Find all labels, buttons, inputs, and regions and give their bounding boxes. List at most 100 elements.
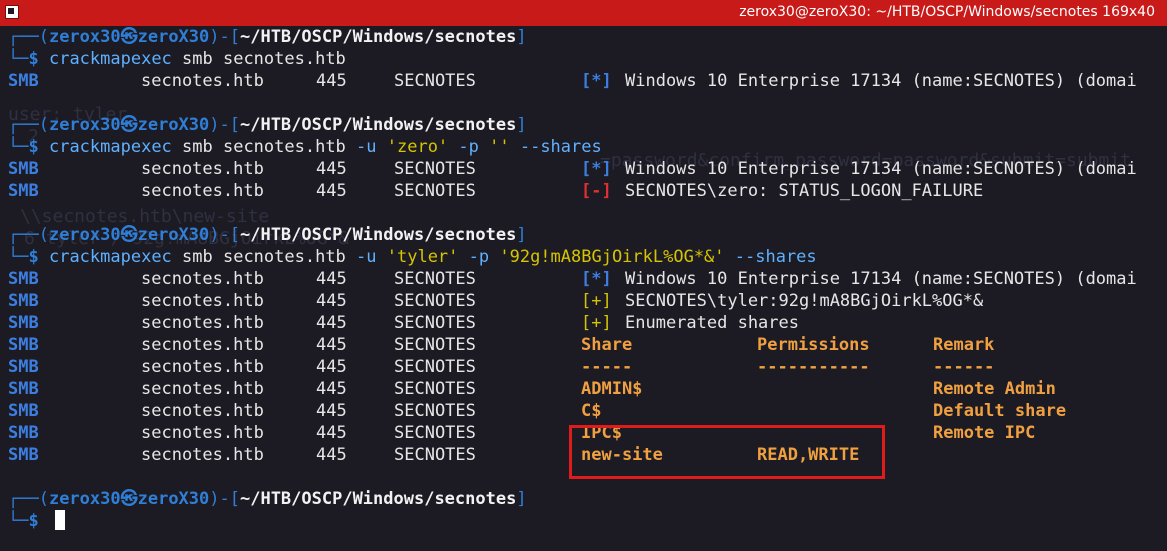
prompt-host: zeroX30 [137,27,210,47]
prompt-path: ~/HTB/OSCP/Windows/secnotes [239,489,517,509]
command-line: └─$ [8,510,49,532]
terminal-output[interactable]: user: tyler 2 =password&confirm_password… [0,26,1167,551]
smb-host: secnotes.htb [141,313,264,333]
share-remark: Remote IPC [933,423,1036,443]
smb-port: 445 [316,379,347,399]
share-remark: Remark [933,335,995,355]
smb-host: secnotes.htb [141,269,264,289]
prompt-frame: )-[ [209,27,240,47]
prompt-frame: └─ [8,137,29,157]
smb-host: secnotes.htb [141,181,264,201]
smb-netbios-name: SECNOTES [394,269,476,289]
prompt-frame: )-[ [209,115,240,135]
share-name: Share [581,335,633,355]
smb-host: secnotes.htb [141,379,264,399]
prompt-frame: ┌──( [8,115,49,135]
command-binary: crackmapexec [48,137,172,157]
status-marker: [+] [581,313,612,333]
prompt-dollar: $ [28,137,49,157]
smb-netbios-name: SECNOTES [394,159,476,179]
prompt-frame: ] [516,225,527,245]
prompt-line: ┌──(zerox30㉿zeroX30)-[~/HTB/OSCP/Windows… [8,488,527,510]
share-remark: Default share [933,401,1067,421]
smb-netbios-name: SECNOTES [394,313,476,333]
smb-protocol: SMB [8,291,39,311]
share-permissions: Permissions [757,335,870,355]
share-remark: ------ [933,357,995,377]
command-flag: -p [448,137,490,157]
prompt-user: zerox30 [48,115,121,135]
command-line: └─$ crackmapexec smb secnotes.htb -u 'ze… [8,136,602,158]
command-username: 'tyler' [386,247,459,267]
prompt-frame: ┌──( [8,27,49,47]
status-message: Windows 10 Enterprise 17134 (name:SECNOT… [625,71,1137,91]
prompt-line: ┌──(zerox30㉿zeroX30)-[~/HTB/OSCP/Windows… [8,26,527,48]
smb-port: 445 [316,269,347,289]
smb-netbios-name: SECNOTES [394,181,476,201]
smb-host: secnotes.htb [141,357,264,377]
skull-icon: ㉿ [120,27,138,47]
smb-protocol: SMB [8,423,39,443]
smb-protocol: SMB [8,445,39,465]
prompt-frame: └─ [8,511,29,531]
command-flag: -u [356,137,387,157]
smb-port: 445 [316,335,347,355]
smb-port: 445 [316,357,347,377]
command-args: smb secnotes.htb [171,49,346,69]
prompt-dollar: $ [28,49,49,69]
prompt-user: zerox30 [48,27,121,47]
command-binary: crackmapexec [48,247,172,267]
prompt-path: ~/HTB/OSCP/Windows/secnotes [239,115,517,135]
status-message: Enumerated shares [625,313,799,333]
command-args: smb secnotes.htb [171,137,357,157]
smb-protocol: SMB [8,335,39,355]
prompt-frame: └─ [8,247,29,267]
prompt-host: zeroX30 [137,225,210,245]
share-name: ----- [581,357,633,377]
prompt-path: ~/HTB/OSCP/Windows/secnotes [239,27,517,47]
prompt-frame: ┌──( [8,489,49,509]
skull-icon: ㉿ [120,115,138,135]
smb-host: secnotes.htb [141,401,264,421]
smb-host: secnotes.htb [141,291,264,311]
smb-protocol: SMB [8,269,39,289]
prompt-frame: ┌──( [8,225,49,245]
prompt-dollar: $ [28,247,49,267]
smb-host: secnotes.htb [141,445,264,465]
prompt-frame: └─ [8,49,29,69]
highlight-box [569,425,885,479]
terminal-app-icon[interactable] [5,5,19,19]
share-remark: Remote Admin [933,379,1056,399]
command-flag: --shares [509,137,602,157]
smb-netbios-name: SECNOTES [394,71,476,91]
smb-netbios-name: SECNOTES [394,291,476,311]
smb-netbios-name: SECNOTES [394,357,476,377]
status-marker: [*] [581,71,612,91]
command-line: └─$ crackmapexec smb secnotes.htb [8,48,346,70]
smb-port: 445 [316,423,347,443]
smb-protocol: SMB [8,401,39,421]
command-username: 'zero' [386,137,449,157]
smb-netbios-name: SECNOTES [394,401,476,421]
smb-protocol: SMB [8,357,39,377]
smb-port: 445 [316,71,347,91]
prompt-line: ┌──(zerox30㉿zeroX30)-[~/HTB/OSCP/Windows… [8,224,527,246]
skull-icon: ㉿ [120,225,138,245]
terminal-cursor [55,510,65,530]
smb-netbios-name: SECNOTES [394,335,476,355]
prompt-user: zerox30 [48,225,121,245]
prompt-frame: ] [516,489,527,509]
prompt-frame: ] [516,27,527,47]
smb-netbios-name: SECNOTES [394,445,476,465]
share-name: ADMIN$ [581,379,643,399]
smb-port: 445 [316,313,347,333]
status-message: SECNOTES\tyler:92g!mA8BGjOirkL%OG*& [625,291,984,311]
status-message: Windows 10 Enterprise 17134 (name:SECNOT… [625,269,1137,289]
prompt-frame: )-[ [209,225,240,245]
window-titlebar: zerox30@zeroX30: ~/HTB/OSCP/Windows/secn… [0,0,1167,26]
command-flag: --shares [724,247,817,267]
command-password: '' [489,137,510,157]
prompt-frame: )-[ [209,489,240,509]
share-permissions: ----------- [757,357,870,377]
smb-netbios-name: SECNOTES [394,423,476,443]
